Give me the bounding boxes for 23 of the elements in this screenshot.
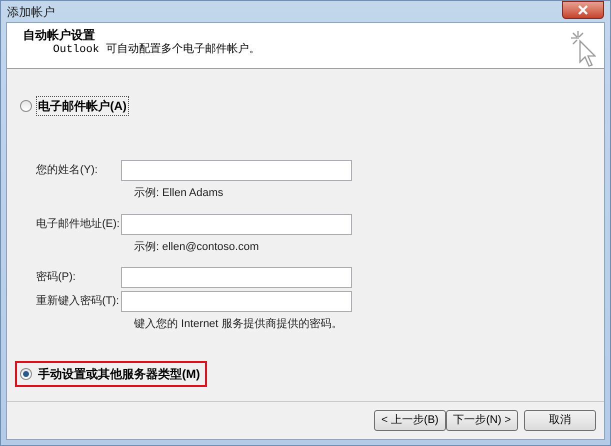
header-subtitle: Outlook 可自动配置多个电子邮件帐户。 bbox=[52, 43, 260, 57]
field-label: 电子邮件地址(E): bbox=[36, 216, 121, 232]
input-field[interactable] bbox=[121, 267, 352, 288]
radio-button[interactable] bbox=[20, 100, 32, 112]
input-field[interactable] bbox=[121, 160, 352, 181]
radio-label[interactable]: 电子邮件帐户(A) bbox=[36, 96, 129, 116]
field-hint: 示例: ellen@contoso.com bbox=[134, 240, 260, 254]
close-button[interactable] bbox=[562, 1, 604, 19]
field-hint: 示例: Ellen Adams bbox=[134, 186, 224, 201]
dialog-button[interactable]: 取消 bbox=[524, 410, 596, 431]
field-label: 密码(P): bbox=[36, 270, 77, 286]
dialog-button[interactable]: 下一步(N) > bbox=[446, 410, 518, 431]
radio-label[interactable]: 手动设置或其他服务器类型(M) bbox=[36, 364, 202, 384]
header-title: 自动帐户设置 bbox=[23, 27, 96, 43]
radio-button[interactable] bbox=[20, 368, 32, 380]
field-label: 重新键入密码(T): bbox=[36, 294, 120, 310]
close-icon bbox=[578, 5, 588, 15]
input-field[interactable] bbox=[121, 214, 352, 234]
dialog-button[interactable]: < 上一步(B) bbox=[374, 410, 446, 431]
window-title: 添加帐户 bbox=[7, 4, 55, 20]
field-label: 您的姓名(Y): bbox=[36, 163, 99, 178]
input-field[interactable] bbox=[121, 291, 352, 312]
field-hint: 键入您的 Internet 服务提供商提供的密码。 bbox=[134, 316, 344, 332]
